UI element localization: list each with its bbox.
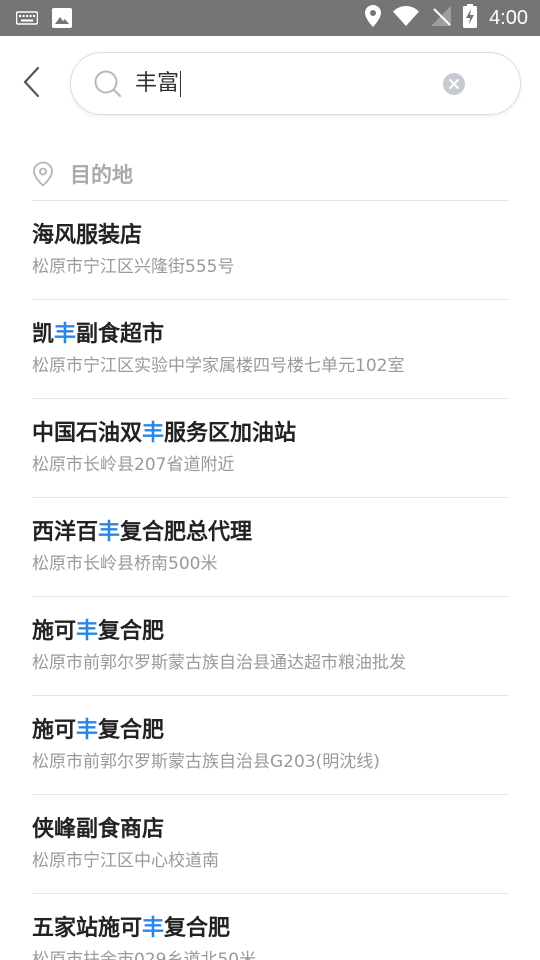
result-address: 松原市扶余市029乡道北50米	[32, 950, 257, 960]
result-name-highlight: 丰	[98, 520, 121, 545]
result-item[interactable]: 西洋百丰复合肥总代理松原市长岭县桥南500米	[32, 497, 509, 596]
section-title: 目的地	[70, 163, 133, 187]
result-name-part: 施可	[32, 619, 77, 644]
result-address: 松原市长岭县桥南500米	[32, 554, 218, 574]
clear-icon	[449, 79, 459, 89]
result-name-part: 西洋百	[32, 520, 99, 545]
result-name: 凯丰副食超市	[32, 320, 164, 350]
clear-button[interactable]	[443, 73, 465, 95]
result-name: 五家站施可丰复合肥	[32, 914, 230, 944]
result-name-highlight: 丰	[142, 421, 165, 446]
result-item[interactable]: 侠峰副食商店松原市宁江区中心校道南	[32, 794, 509, 893]
result-address: 松原市宁江区中心校道南	[32, 851, 219, 871]
result-address: 松原市宁江区兴隆街555号	[32, 257, 235, 277]
result-name-highlight: 丰	[76, 619, 99, 644]
result-name: 侠峰副食商店	[32, 815, 164, 845]
back-arrow-icon	[23, 66, 40, 98]
search-icon	[94, 70, 121, 97]
result-name-highlight: 丰	[76, 718, 99, 743]
result-name: 中国石油双丰服务区加油站	[32, 419, 296, 449]
result-name: 海风服装店	[32, 221, 142, 251]
result-name-part: 复合肥	[164, 916, 231, 941]
wifi-icon	[393, 6, 420, 30]
result-name-part: 凯	[32, 322, 55, 347]
back-button[interactable]	[14, 64, 50, 100]
battery-charging-icon	[463, 4, 478, 32]
result-name-highlight: 丰	[142, 916, 165, 941]
section-header: 目的地	[32, 158, 133, 190]
result-item[interactable]: 中国石油双丰服务区加油站松原市长岭县207省道附近	[32, 398, 509, 497]
result-name-highlight: 丰	[54, 322, 77, 347]
result-name: 施可丰复合肥	[32, 716, 164, 746]
result-address: 松原市宁江区实验中学家属楼四号楼七单元102室	[32, 356, 405, 376]
result-name-part: 施可	[32, 718, 77, 743]
location-icon	[365, 5, 382, 31]
result-name-part: 复合肥	[98, 619, 165, 644]
results-list: 海风服装店 松原市宁江区兴隆街555号 凯丰副食超市 松原市宁江区实验中学家属楼四号楼…	[32, 200, 509, 960]
result-name-part: 五家站施可	[32, 916, 143, 941]
result-item[interactable]: 施可丰复合肥松原市前郭尔罗斯蒙古族自治县通达超市粮油批发	[32, 596, 509, 695]
result-address: 松原市前郭尔罗斯蒙古族自治县通达超市粮油批发	[32, 653, 406, 673]
location-pin-icon	[33, 161, 53, 187]
text-caret	[180, 71, 182, 97]
result-name-part: 复合肥总代理	[120, 520, 253, 545]
result-item[interactable]: 凯丰副食超市松原市宁江区实验中学家属楼四号楼七单元102室	[32, 299, 509, 398]
result-name: 施可丰复合肥	[32, 617, 164, 647]
search-input[interactable]: 丰富	[135, 67, 435, 101]
result-name-part: 中国石油双	[32, 421, 143, 446]
result-name-part: 侠峰副食商店	[32, 817, 165, 842]
search-bar-row: 丰富	[0, 36, 540, 132]
image-icon	[52, 8, 72, 32]
result-item[interactable]: 施可丰复合肥松原市前郭尔罗斯蒙古族自治县G203(明沈线)	[32, 695, 509, 794]
keyboard-icon	[15, 10, 39, 30]
result-address: 松原市前郭尔罗斯蒙古族自治县G203(明沈线)	[32, 752, 380, 772]
status-time: 4:00	[489, 7, 528, 29]
result-name-part: 复合肥	[98, 718, 165, 743]
result-item[interactable]: 海风服装店松原市宁江区兴隆街555号	[32, 200, 509, 299]
status-bar: 4:00	[0, 0, 540, 36]
search-query: 丰富	[135, 71, 180, 96]
no-signal-icon	[431, 6, 452, 30]
result-name-part: 服务区加油站	[164, 421, 297, 446]
result-name-part: 副食超市	[76, 322, 165, 347]
search-box[interactable]: 丰富	[70, 52, 521, 115]
result-name-part: 海风服装店	[32, 223, 143, 248]
result-item[interactable]: 五家站施可丰复合肥松原市扶余市029乡道北50米	[32, 893, 509, 960]
result-address: 松原市长岭县207省道附近	[32, 455, 235, 475]
result-name: 西洋百丰复合肥总代理	[32, 518, 252, 548]
